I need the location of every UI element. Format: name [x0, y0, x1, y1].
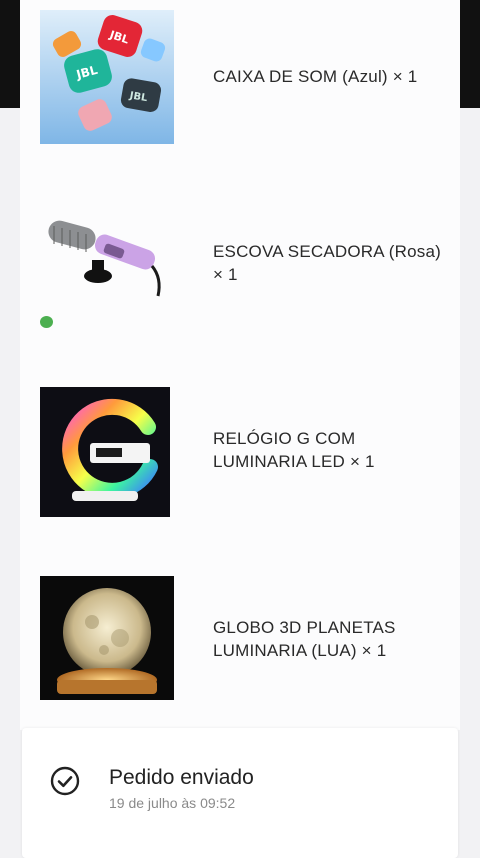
order-item[interactable]: RELÓGIO G COM LUMINARIA LED × 1: [20, 387, 460, 521]
order-item[interactable]: GLOBO 3D PLANETAS LUMINARIA (LUA) × 1: [20, 576, 460, 710]
hair-dryer-brush-image: [40, 200, 174, 334]
background-dark-right: [460, 0, 480, 108]
order-item[interactable]: ESCOVA SECADORA (Rosa) × 1: [20, 200, 460, 334]
status-title: Pedido enviado: [109, 766, 254, 789]
order-item[interactable]: JBL JBL JBL CAIXA DE SOM (Azul) × 1: [20, 10, 460, 144]
order-status-card[interactable]: Pedido enviado 19 de julho às 09:52: [22, 728, 458, 858]
background-dark-left: [0, 0, 20, 108]
item-label: CAIXA DE SOM (Azul) × 1: [213, 67, 418, 86]
g-clock-led-lamp-image: [40, 387, 170, 517]
jbl-speakers-image: JBL JBL JBL: [40, 10, 174, 144]
order-items-sheet: JBL JBL JBL CAIXA DE SOM (Azul) × 1 ESCO…: [20, 0, 460, 730]
item-label: GLOBO 3D PLANETAS LUMINARIA (LUA) × 1: [213, 618, 396, 660]
item-label: RELÓGIO G COM LUMINARIA LED × 1: [213, 429, 375, 471]
check-circle-icon: [50, 766, 80, 796]
green-dot-badge: [40, 316, 53, 328]
moon-globe-lamp-image: [40, 576, 174, 700]
status-date: 19 de julho às 09:52: [109, 795, 236, 811]
item-label: ESCOVA SECADORA (Rosa) × 1: [213, 242, 441, 284]
